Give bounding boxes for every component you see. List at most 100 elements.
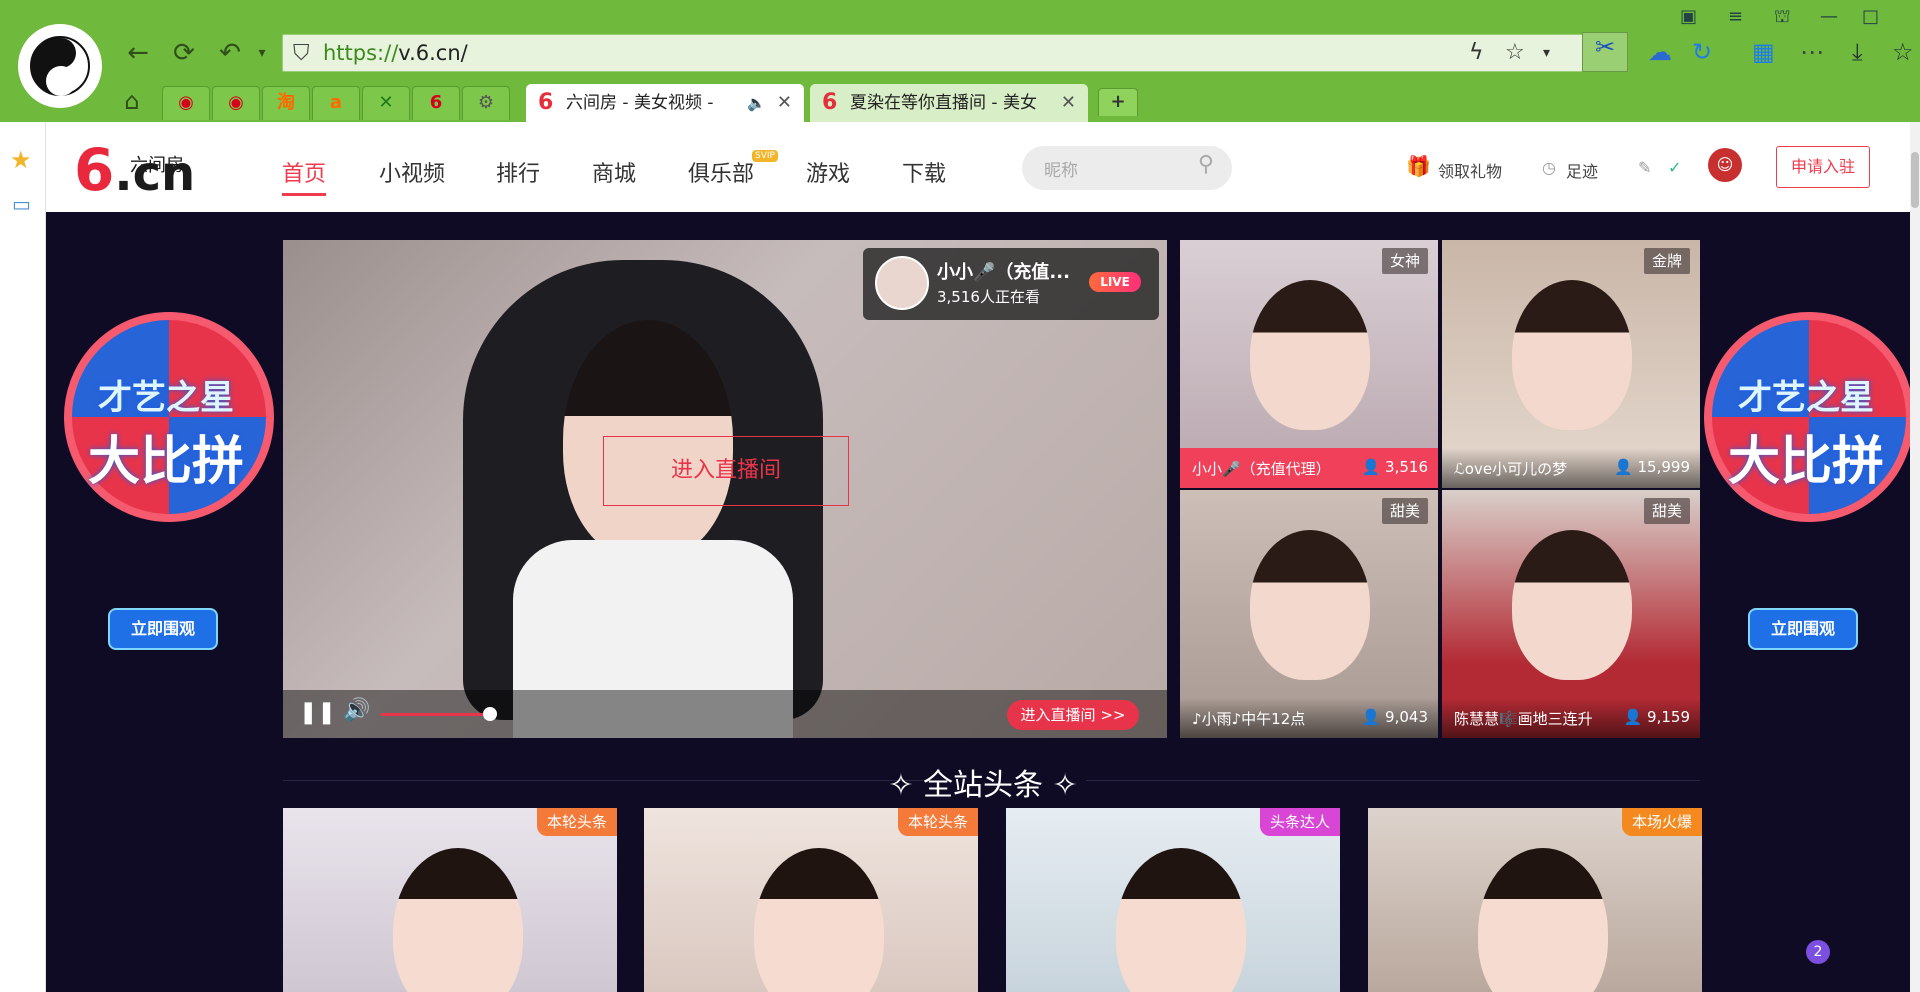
thumb-count: 👤 3,516	[1361, 458, 1428, 476]
stream-thumb[interactable]: 金牌 ℒove小可儿の梦 👤 15,999	[1442, 240, 1700, 488]
pinned-tab-x[interactable]: ✕	[362, 86, 410, 120]
home-button[interactable]: ⌂	[116, 86, 148, 116]
menu-icon[interactable]: ≡	[1728, 6, 1743, 27]
speaker-icon[interactable]: 🔈	[747, 84, 766, 122]
thumb-count: 👤 15,999	[1614, 458, 1690, 476]
promo-watch-button[interactable]: 立即围观	[108, 608, 218, 650]
back-button[interactable]: ←	[122, 38, 154, 68]
headline-card[interactable]: 本场火爆	[1368, 808, 1702, 992]
nav-games[interactable]: 游戏	[806, 156, 850, 188]
headline-card[interactable]: 本轮头条	[644, 808, 978, 992]
close-icon[interactable]: ✕	[1061, 84, 1076, 122]
host-card[interactable]: 小小🎤（充值... 3,516人正在看 LIVE	[863, 248, 1159, 320]
nav-mall[interactable]: 商城	[592, 156, 636, 188]
favorites-icon[interactable]: ☆	[1892, 38, 1914, 66]
nav-home[interactable]: 首页	[282, 156, 327, 196]
volume-icon[interactable]: 🔊	[343, 698, 370, 723]
promo-line1: 才艺之星	[1738, 378, 1874, 418]
x-icon: ✕	[378, 92, 394, 113]
promo-watch-button[interactable]: 立即围观	[1748, 608, 1858, 650]
scrollbar-thumb[interactable]	[1911, 152, 1919, 208]
site-header: 6.cn 六间房 首页 小视频 排行 商城 俱乐部 SVIP 游戏 下载 昵称 …	[46, 122, 1920, 212]
new-tab-button[interactable]: +	[1098, 88, 1138, 116]
tablet-icon[interactable]: ▭	[12, 192, 31, 216]
pause-icon[interactable]: ❚❚	[299, 700, 336, 725]
address-bar[interactable]: ⛉ https://v.6.cn/ ϟ ☆ ▾	[282, 34, 1628, 72]
thumb-caption: ♪小雨♪中午12点 👤 9,043	[1180, 698, 1438, 738]
maximize-button[interactable]: □	[1862, 6, 1879, 27]
promo-text: 才艺之星 大比拼	[1686, 370, 1920, 494]
favorites-icon[interactable]: ★	[10, 146, 32, 174]
search-input[interactable]: 昵称	[1044, 156, 1078, 181]
nav-download[interactable]: 下载	[902, 156, 946, 188]
lightning-icon[interactable]: ϟ	[1469, 40, 1484, 65]
pinned-tab-weibo-1[interactable]: ◉	[162, 86, 210, 120]
page-scrollbar[interactable]	[1910, 122, 1920, 992]
search-box[interactable]: 昵称 ⚲	[1022, 146, 1232, 190]
tab-inactive[interactable]: 6 夏染在等你直播间 - 美女 ✕	[810, 84, 1088, 122]
pinned-tab-weibo-2[interactable]: ◉	[212, 86, 260, 120]
thumb-face	[1512, 280, 1632, 430]
main-content: 才艺之星 大比拼 立即围观 才艺之星 大比拼 立即围观 进入直播间 小小🎤（充值..…	[46, 212, 1920, 992]
pinned-tab-settings[interactable]: ⚙	[462, 86, 510, 120]
more-icon[interactable]: ⋯	[1800, 38, 1824, 66]
player-controls: ❚❚ 🔊 进入直播间 >>	[283, 690, 1167, 738]
url-text[interactable]: https://v.6.cn/	[323, 41, 468, 65]
tab-active[interactable]: 6 六间房 - 美女视频 - 🔈 ✕	[526, 84, 804, 122]
refresh-button[interactable]: ⟳	[168, 38, 200, 68]
nav-club[interactable]: 俱乐部	[688, 156, 754, 188]
skin-icon[interactable]: ⛫	[1774, 6, 1791, 30]
thumb-count-value: 9,043	[1385, 708, 1428, 726]
stream-thumb[interactable]: 女神 小小🎤（充值代理） 👤 3,516	[1180, 240, 1438, 488]
thumb-tag: 甜美	[1381, 498, 1428, 524]
stream-thumb[interactable]: 甜美 陈慧慧🎼画地三连升 👤 9,159	[1442, 490, 1700, 738]
volume-slider[interactable]	[381, 713, 489, 716]
sidebar-toggle-icon[interactable]: ▣	[1680, 6, 1697, 27]
web-page: 6.cn 六间房 首页 小视频 排行 商城 俱乐部 SVIP 游戏 下载 昵称 …	[46, 122, 1920, 992]
live-player[interactable]: 进入直播间 小小🎤（充值... 3,516人正在看 LIVE ❚❚ 🔊 进入直播…	[283, 240, 1167, 738]
headline-card[interactable]: 头条达人	[1006, 808, 1340, 992]
scissors-icon[interactable]: ✂	[1582, 32, 1628, 72]
cloud-icon[interactable]: ☁	[1648, 38, 1672, 66]
headline-card[interactable]: 本轮头条	[283, 808, 617, 992]
thumb-name: ℒove小可儿の梦	[1454, 460, 1568, 478]
nav-short-video[interactable]: 小视频	[379, 156, 445, 188]
section-title: ✧ 全站头条 ✧	[888, 768, 1078, 803]
thumb-caption: 小小🎤（充值代理） 👤 3,516	[1180, 448, 1438, 488]
volume-knob[interactable]	[483, 707, 497, 721]
apply-button[interactable]: 申请入驻	[1776, 146, 1870, 188]
avatar[interactable]: ☺	[1708, 148, 1742, 182]
url-protocol: https://	[323, 41, 399, 65]
logo-six: 6	[74, 136, 115, 204]
pinned-tab-tmall[interactable]: a	[312, 86, 360, 120]
check-icon[interactable]: ✓	[1668, 158, 1681, 177]
edit-icon[interactable]: ✎	[1638, 158, 1651, 177]
promo-right[interactable]: 才艺之星 大比拼 立即围观	[1686, 292, 1920, 652]
minimize-button[interactable]: —	[1820, 6, 1838, 27]
download-icon[interactable]: ⤓	[1852, 38, 1863, 66]
browser-logo[interactable]	[18, 24, 102, 108]
close-icon[interactable]: ✕	[777, 84, 792, 122]
enter-room-overlay[interactable]: 进入直播间	[603, 436, 849, 506]
thumb-name: 陈慧慧🎼画地三连升	[1454, 710, 1593, 728]
search-icon[interactable]: ⚲	[1198, 152, 1214, 177]
star-icon[interactable]: ☆	[1505, 40, 1525, 65]
site-logo[interactable]: 6.cn 六间房	[74, 140, 195, 204]
footprint-link[interactable]: 足迹	[1566, 158, 1598, 182]
gift-link[interactable]: 领取礼物	[1438, 158, 1502, 182]
browser-toolbar: ← ⟳ ↶ ▾ ⌂ ⛉ https://v.6.cn/ ϟ ☆ ▾ ✂ ☁ ↻ …	[0, 0, 1920, 122]
undo-button[interactable]: ↶	[214, 38, 246, 68]
promo-left[interactable]: 才艺之星 大比拼 立即围观	[46, 292, 286, 652]
sync-icon[interactable]: ↻	[1692, 38, 1712, 66]
pinned-tab-taobao[interactable]: 淘	[262, 86, 310, 120]
pinned-tab-six[interactable]: 6	[412, 86, 460, 120]
six-icon: 6	[822, 90, 838, 115]
stream-thumb[interactable]: 甜美 ♪小雨♪中午12点 👤 9,043	[1180, 490, 1438, 738]
nav-ranking[interactable]: 排行	[496, 156, 540, 188]
url-host: v.6.cn/	[398, 41, 468, 65]
chevron-down-icon[interactable]: ▾	[1543, 45, 1550, 61]
undo-dropdown-icon[interactable]: ▾	[246, 38, 278, 68]
calculator-icon[interactable]: ▦	[1752, 38, 1775, 66]
enter-room-button[interactable]: 进入直播间 >>	[1007, 700, 1139, 730]
notification-badge[interactable]: 2	[1806, 940, 1830, 964]
